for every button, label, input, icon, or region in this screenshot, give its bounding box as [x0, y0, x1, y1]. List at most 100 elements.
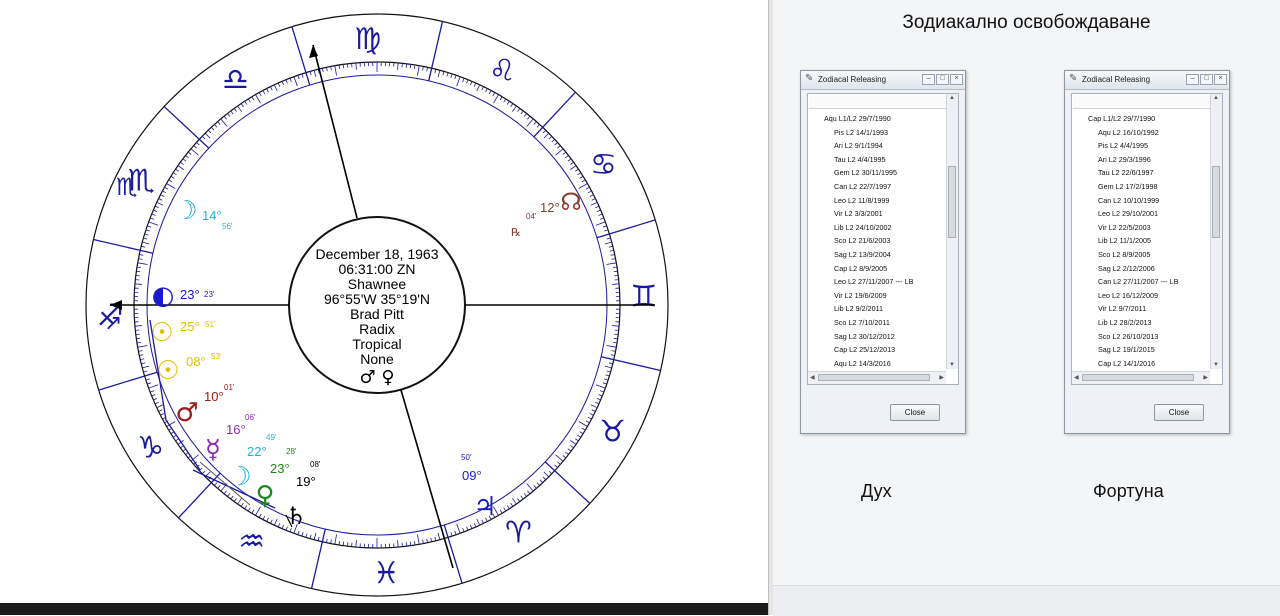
- degree-tick: [398, 63, 399, 70]
- list-item[interactable]: Sco L2 8/9/2005: [1072, 248, 1210, 262]
- list-item[interactable]: Aqu L2 14/3/2016: [808, 357, 946, 371]
- list-item[interactable]: Leo L2 16/12/2009: [1072, 289, 1210, 303]
- list-item[interactable]: Cap L2 25/12/2013: [808, 343, 946, 357]
- degree-tick: [146, 230, 150, 231]
- list-item[interactable]: Pis L2 14/1/1993: [808, 126, 946, 140]
- list-item[interactable]: Sag L2 19/1/2015: [1072, 343, 1210, 357]
- list-item[interactable]: Lib L2 24/10/2002: [808, 221, 946, 235]
- list-item[interactable]: Can L2 10/10/1999: [1072, 194, 1210, 208]
- maximize-button[interactable]: □: [936, 74, 949, 85]
- list-item[interactable]: Vir L2 22/5/2003: [1072, 221, 1210, 235]
- horizontal-scrollbar[interactable]: ◀ ▶: [1072, 371, 1210, 384]
- moon2-degree: 22°: [247, 444, 267, 459]
- vertical-scrollbar[interactable]: ▲ ▼: [946, 94, 958, 369]
- degree-tick: [590, 195, 594, 197]
- degree-tick: [298, 531, 299, 535]
- degree-tick: [467, 527, 468, 531]
- scroll-thumb[interactable]: [1212, 166, 1220, 238]
- scroll-left-icon[interactable]: ◀: [810, 374, 815, 381]
- list-item[interactable]: Sco L2 26/10/2013: [1072, 330, 1210, 344]
- hscroll-thumb[interactable]: [1082, 374, 1194, 381]
- list-item[interactable]: Can L2 27/11/2007 --- LB: [1072, 275, 1210, 289]
- degree-tick: [477, 85, 480, 91]
- close-button[interactable]: Close: [890, 404, 940, 421]
- degree-tick: [145, 234, 149, 235]
- list-item[interactable]: Gem L2 30/11/1995: [808, 166, 946, 180]
- horizontal-scrollbar[interactable]: ◀ ▶: [808, 371, 946, 384]
- degree-tick: [595, 206, 599, 208]
- degree-tick: [140, 359, 144, 360]
- list-item[interactable]: Pis L2 4/4/1995: [1072, 139, 1210, 153]
- scroll-right-icon[interactable]: ▶: [939, 374, 944, 381]
- feather-icon: ✎: [1069, 73, 1077, 84]
- list-item[interactable]: Sco L2 7/10/2011: [808, 316, 946, 330]
- minimize-button[interactable]: –: [922, 74, 935, 85]
- degree-tick: [606, 345, 616, 347]
- list-item[interactable]: Cap L2 8/9/2005: [808, 262, 946, 276]
- list-item[interactable]: Sag L2 13/9/2004: [808, 248, 946, 262]
- list-item[interactable]: Cap L1/L2 29/7/1990: [1072, 112, 1210, 126]
- list-item[interactable]: Tau L2 22/6/1997: [1072, 166, 1210, 180]
- window-titlebar[interactable]: ✎ Zodiacal Releasing – □ ×: [801, 71, 965, 90]
- degree-tick: [455, 531, 456, 535]
- degree-tick: [398, 540, 399, 547]
- period-listbox[interactable]: Cap L1/L2 29/7/1990Aqu L2 16/10/1992Pis …: [1071, 93, 1223, 385]
- sagittarius-arrow-icon: ↗: [104, 311, 122, 336]
- list-item[interactable]: Leo L2 29/10/2001: [1072, 207, 1210, 221]
- degree-tick: [160, 195, 164, 197]
- degree-tick: [603, 383, 607, 384]
- scroll-up-icon[interactable]: ▲: [1213, 95, 1219, 101]
- maximize-button[interactable]: □: [1200, 74, 1213, 85]
- list-item[interactable]: Can L2 22/7/1997: [808, 180, 946, 194]
- degree-tick: [322, 68, 323, 72]
- scroll-up-icon[interactable]: ▲: [949, 95, 955, 101]
- list-item[interactable]: Vir L2 3/3/2001: [808, 207, 946, 221]
- list-item[interactable]: Cap L2 14/1/2016: [1072, 357, 1210, 371]
- period-listbox[interactable]: Aqu L1/L2 29/7/1990Pis L2 14/1/1993Ari L…: [807, 93, 959, 385]
- degree-tick: [443, 71, 444, 75]
- minimize-button[interactable]: –: [1186, 74, 1199, 85]
- sun2-minutes: 53': [211, 352, 222, 361]
- hscroll-thumb[interactable]: [818, 374, 930, 381]
- degree-tick: [356, 63, 357, 70]
- list-item[interactable]: Sag L2 2/12/2006: [1072, 262, 1210, 276]
- degree-tick: [423, 540, 424, 544]
- list-item[interactable]: Aqu L1/L2 29/7/1990: [808, 112, 946, 126]
- vertical-scrollbar[interactable]: ▲ ▼: [1210, 94, 1222, 369]
- degree-tick: [568, 159, 571, 161]
- scroll-thumb[interactable]: [948, 166, 956, 238]
- list-item[interactable]: Leo L2 27/11/2007 --- LB: [808, 275, 946, 289]
- list-item[interactable]: Sco L2 21/6/2003: [808, 234, 946, 248]
- close-window-button[interactable]: ×: [950, 74, 963, 85]
- feather-icon: ✎: [805, 73, 813, 84]
- degree-tick: [521, 496, 523, 499]
- list-item[interactable]: Lib L2 28/2/2013: [1072, 316, 1210, 330]
- degree-tick: [155, 206, 159, 208]
- window-titlebar[interactable]: ✎ Zodiacal Releasing – □ ×: [1065, 71, 1229, 90]
- close-button[interactable]: Close: [1154, 404, 1204, 421]
- degree-tick: [282, 81, 284, 85]
- list-item[interactable]: Aqu L2 16/10/1992: [1072, 126, 1210, 140]
- list-item[interactable]: Ari L2 29/3/1996: [1072, 153, 1210, 167]
- degree-tick: [588, 417, 592, 419]
- list-item[interactable]: Vir L2 19/6/2009: [808, 289, 946, 303]
- zodiac-sign-glyph: ♒: [238, 525, 265, 560]
- degree-tick: [494, 95, 499, 104]
- scroll-left-icon[interactable]: ◀: [1074, 374, 1079, 381]
- degree-tick: [183, 159, 186, 161]
- list-item[interactable]: Vir L2 9/7/2011: [1072, 302, 1210, 316]
- list-item[interactable]: Gem L2 17/2/1998: [1072, 180, 1210, 194]
- list-item[interactable]: Lib L2 11/1/2005: [1072, 234, 1210, 248]
- list-item[interactable]: Lib L2 9/2/2011: [808, 302, 946, 316]
- list-item[interactable]: Sag L2 30/12/2012: [808, 330, 946, 344]
- list-item[interactable]: Tau L2 4/4/1995: [808, 153, 946, 167]
- close-window-button[interactable]: ×: [1214, 74, 1227, 85]
- degree-tick: [141, 363, 145, 364]
- degree-tick: [605, 242, 612, 244]
- scroll-down-icon[interactable]: ▼: [949, 362, 955, 368]
- list-item[interactable]: Leo L2 11/8/1999: [808, 194, 946, 208]
- degree-tick: [582, 428, 585, 430]
- list-item[interactable]: Ari L2 9/1/1994: [808, 139, 946, 153]
- scroll-right-icon[interactable]: ▶: [1203, 374, 1208, 381]
- scroll-down-icon[interactable]: ▼: [1213, 362, 1219, 368]
